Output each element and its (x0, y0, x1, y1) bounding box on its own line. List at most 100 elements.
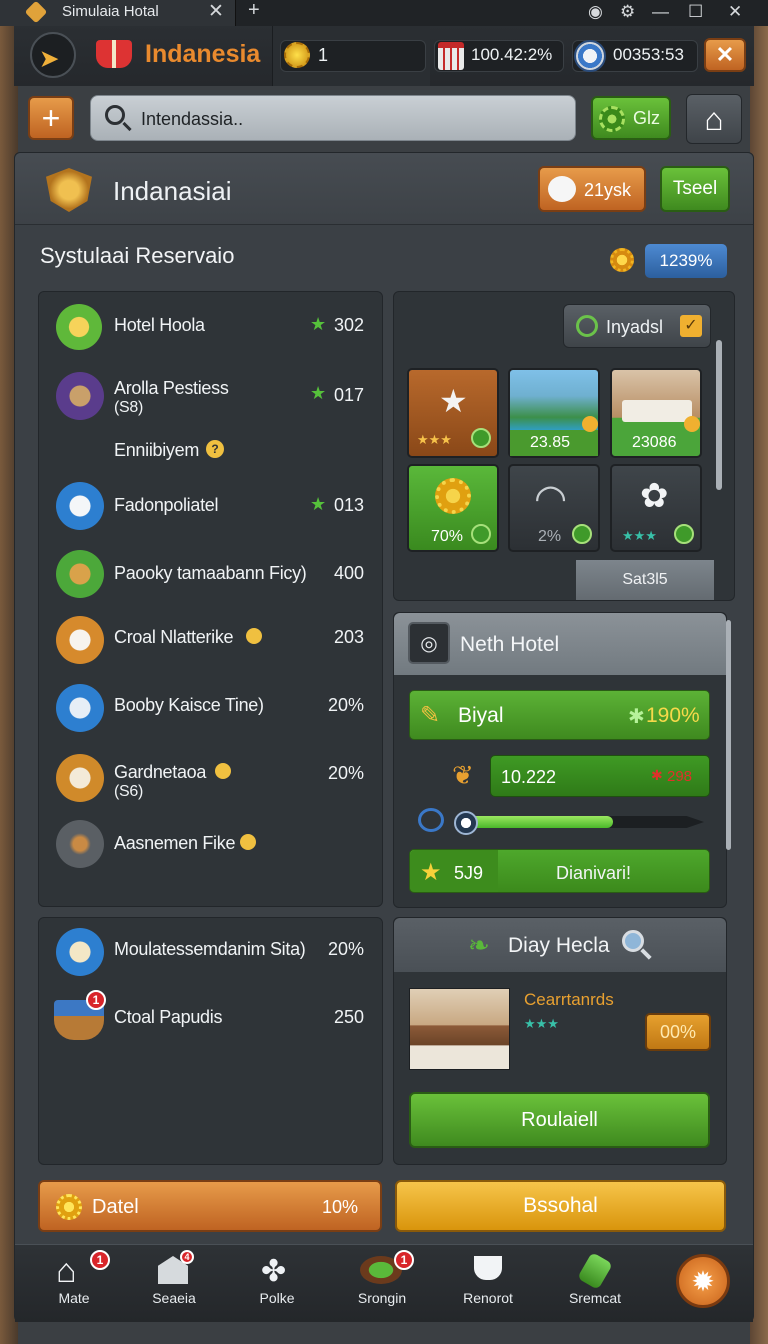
detail-button[interactable]: Datel 10% (38, 1180, 382, 1232)
calendar-value: 100.42:2% (471, 45, 553, 64)
slider-knob[interactable] (454, 811, 478, 835)
star-gold-icon: ★ (420, 859, 442, 886)
list-item-value: 400 (333, 563, 364, 583)
tile-value: 23086 (632, 434, 677, 451)
tool-button[interactable]: Tseel (660, 166, 730, 212)
inventory-scrollbar[interactable] (716, 340, 722, 490)
add-button[interactable]: + (28, 96, 74, 140)
browser-tab[interactable]: Simulaia Hotal ✕ (0, 0, 236, 26)
list-item[interactable]: Arolla Pestiess (S8) ★ 017 (44, 368, 378, 428)
inventory-tile[interactable]: ★ ★★★ (407, 368, 499, 458)
close-tab-icon[interactable]: ✕ (208, 0, 224, 23)
nav-item-food[interactable]: 1 Srongin (332, 1250, 432, 1316)
daily-action-button[interactable]: Roulaiell (409, 1092, 710, 1148)
search-bar[interactable]: Intendassia.. (90, 95, 576, 141)
list-item[interactable]: Paooky tamaabann Ficy) 400 (44, 548, 378, 602)
house-icon: ⌂ (56, 1252, 77, 1290)
search-input[interactable]: Intendassia.. (141, 109, 243, 130)
list-item[interactable]: Moulatessemdanim Sita) 20% (44, 924, 378, 978)
header-title: Indanasiai (113, 176, 232, 206)
back-button[interactable]: ➤ (30, 32, 76, 78)
inventory-tile[interactable]: 70% (407, 464, 499, 552)
gear-icon[interactable]: ⚙ (620, 2, 635, 22)
info-icon: ? (206, 440, 224, 458)
minimize-icon[interactable]: — (652, 2, 669, 22)
nav-label: Mate (58, 1290, 90, 1306)
bedroom-photo (622, 400, 692, 422)
nav-label: Srongin (357, 1290, 407, 1306)
plus-star-icon: ✱ (628, 706, 645, 728)
home-button[interactable]: ⌂ (686, 94, 742, 144)
notification-badge: 1 (86, 990, 106, 1010)
ghost-icon (56, 616, 104, 664)
info-icon (246, 628, 262, 644)
food-bowl-icon (56, 550, 104, 598)
nav-item-search[interactable]: 4 Seaeia (124, 1250, 224, 1316)
list-item-value: 302 (333, 315, 364, 335)
gift-button[interactable]: Glz (591, 96, 671, 140)
list-item[interactable]: 1 Ctoal Papudis 250 (44, 990, 378, 1046)
maximize-icon[interactable]: ☐ (688, 2, 703, 22)
crown-icon (56, 304, 102, 350)
close-window-icon[interactable]: ✕ (728, 2, 742, 22)
flower-icon: ✿ (640, 477, 669, 515)
new-tab-icon[interactable]: + (248, 0, 260, 22)
list-item-label: Moulatessemdanim Sita) (114, 939, 306, 959)
list-item-label: Gardnetaoa (114, 762, 207, 782)
search-icon-handle (122, 121, 132, 132)
rate-value: 1239% (659, 251, 713, 270)
nav-item-puzzle[interactable]: ✤ Polke (227, 1250, 327, 1316)
coin-icon (284, 42, 310, 68)
notification-badge: 1 (394, 1250, 414, 1270)
nav-item-home[interactable]: ⌂ 1 Mate (24, 1250, 124, 1316)
info-icon (215, 763, 231, 779)
nav-label: Sremcat (568, 1290, 622, 1306)
hotel-bottom-bar[interactable]: ★ 5J9 Dianivari! (409, 849, 710, 893)
list-item-value: 20% (327, 939, 364, 959)
inventory-button[interactable]: Inyadsl ✓ (563, 304, 711, 348)
nav-item-report[interactable]: Renorot (438, 1250, 538, 1316)
inventory-tile[interactable]: ◠ 2% (508, 464, 600, 552)
rate-badge: 1239% (645, 244, 727, 278)
close-game-button[interactable]: ✕ (704, 38, 746, 72)
inventory-tile[interactable]: ✿ ★★★ (610, 464, 702, 552)
list-item-label: Paooky tamaabann Ficy) (114, 563, 307, 583)
nav-item-combat[interactable]: Sremcat (545, 1250, 645, 1316)
tile-value: 23.85 (530, 434, 571, 451)
list-item[interactable]: Aasnemen Fike (44, 818, 378, 872)
hotel-scrollbar[interactable] (726, 620, 731, 850)
list-item[interactable]: Enniibiyem ? (44, 434, 378, 466)
storefront-icon (56, 684, 104, 732)
room-photo (409, 988, 510, 1070)
record-icon[interactable]: ◉ (588, 2, 603, 22)
list-item[interactable]: Croal Nlatterike 203 (44, 614, 378, 668)
notification-badge: 1 (90, 1250, 110, 1270)
inventory-tile[interactable]: 23.85 (508, 368, 600, 458)
settings-fab[interactable]: ✹ (676, 1254, 730, 1308)
inventory-tile[interactable]: 23086 (610, 368, 702, 458)
puzzle-icon: ✤ (261, 1255, 287, 1288)
list-item[interactable]: Hotel Hoola ★ 302 (44, 300, 378, 354)
link-chain-icon (418, 808, 444, 832)
star-red-icon: ✱ (651, 767, 663, 783)
progress-slider[interactable] (454, 811, 704, 835)
settings-gear-icon: ✹ (691, 1265, 715, 1297)
close-icon: ✕ (715, 42, 735, 67)
list-item-label: Booby Kaisce Tine) (114, 695, 264, 715)
daily-title: Diay Hecla (508, 934, 610, 957)
wifi-icon: ◠ (534, 478, 568, 520)
tab-title: Simulaia Hotal (62, 3, 159, 20)
info-icon (240, 834, 256, 850)
tile-value: 70% (431, 528, 464, 545)
list-item[interactable]: Booby Kaisce Tine) 20% (44, 682, 378, 736)
hotel-bar-2: 10.222 ✱ 298 (490, 755, 710, 797)
game-logo-icon (96, 40, 132, 68)
item-value: 00% (659, 1021, 697, 1042)
list-item[interactable]: Gardnetaoa (S6) 20% (44, 748, 378, 810)
primary-button[interactable]: Bssohal (395, 1180, 726, 1232)
list-item[interactable]: Fadonpoliatel ★ 013 (44, 480, 378, 534)
tile-check-icon (572, 524, 592, 544)
ask-button[interactable]: 21ysk (538, 166, 646, 212)
detail-value: 10% (322, 1197, 359, 1217)
ask-label: 21ysk (584, 180, 632, 200)
